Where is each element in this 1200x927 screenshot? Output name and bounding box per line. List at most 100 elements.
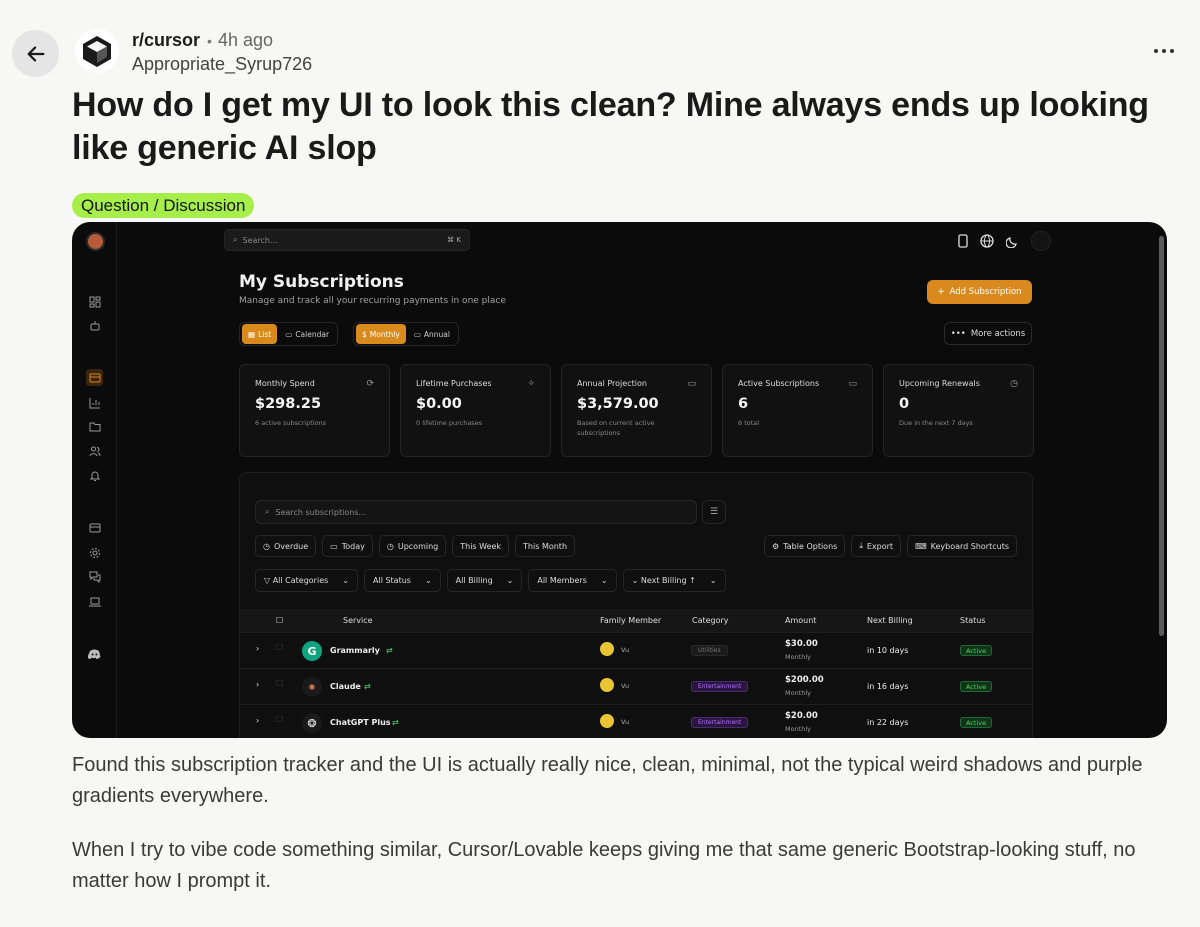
category-badge: Utilities <box>691 645 728 656</box>
calendar-icon: ▭ <box>330 541 338 551</box>
users-icon[interactable] <box>86 442 103 459</box>
profile-avatar[interactable] <box>1031 231 1051 251</box>
dashboard-icon[interactable] <box>86 293 103 310</box>
export-button[interactable]: ⤓ Export <box>851 535 902 557</box>
subreddit-avatar[interactable] <box>75 29 119 73</box>
page-subtitle: Manage and track all your recurring paym… <box>239 296 506 306</box>
post-body-paragraph: Found this subscription tracker and the … <box>72 754 1143 807</box>
dropdown-value: All Billing <box>455 576 493 585</box>
messages-icon[interactable] <box>86 568 103 585</box>
card-icon: ▭ <box>848 379 857 389</box>
tab-annual[interactable]: ▭ Annual <box>408 324 456 344</box>
dropdown-label: ▽ All Categories <box>264 576 328 585</box>
column-family-member[interactable]: Family Member <box>600 616 661 625</box>
tab-calendar[interactable]: ▭ Calendar <box>279 324 335 344</box>
row-checkbox[interactable]: ☐ <box>276 643 283 652</box>
filter-this-week[interactable]: This Week <box>452 535 510 557</box>
user-avatar[interactable] <box>86 232 105 251</box>
add-subscription-label: Add Subscription <box>949 287 1022 297</box>
status-badge: Active <box>960 681 993 692</box>
dropdown-value: All Categories <box>272 576 329 585</box>
analytics-icon[interactable] <box>86 394 103 411</box>
card-icon[interactable] <box>86 519 103 536</box>
amount: $30.00 <box>785 639 818 649</box>
folder-icon[interactable] <box>86 418 103 435</box>
bell-icon[interactable] <box>86 467 103 484</box>
period-toggle: $ Monthly ▭ Annual <box>353 322 459 346</box>
billing-dropdown[interactable]: All Billing ⌄ <box>446 569 523 592</box>
settings-icon[interactable] <box>86 544 103 561</box>
column-amount[interactable]: Amount <box>785 616 816 625</box>
global-search[interactable]: ⌕ Search... ⌘ K <box>224 229 470 251</box>
row-checkbox[interactable]: ☐ <box>276 679 283 688</box>
stat-card-annual: Annual Projection $3,579.00 Based on cur… <box>561 364 712 457</box>
subscriptions-icon[interactable] <box>86 369 103 386</box>
sliders-icon: ☰ <box>709 507 719 517</box>
embedded-screenshot[interactable]: ⌕ Search... ⌘ K My Subscriptions Manage … <box>72 222 1167 738</box>
stat-note: 6 active subscriptions <box>255 419 327 427</box>
column-category[interactable]: Category <box>692 616 729 625</box>
clock-icon: ◷ <box>386 541 394 551</box>
tab-list[interactable]: ▦ List <box>242 324 278 344</box>
moon-icon[interactable] <box>1006 235 1019 248</box>
keyboard-shortcuts-button[interactable]: ⌨ Keyboard Shortcuts <box>907 535 1017 557</box>
filter-overdue[interactable]: ◷ Overdue <box>255 535 317 557</box>
next-billing: in 10 days <box>867 646 909 655</box>
filter-this-month[interactable]: This Month <box>515 535 576 557</box>
member-name: Vu <box>621 682 630 690</box>
globe-icon[interactable] <box>980 234 994 248</box>
filter-settings-button[interactable]: ☰ <box>702 500 726 524</box>
expand-chevron-icon[interactable]: › <box>256 680 259 689</box>
add-subscription-button[interactable]: + Add Subscription <box>927 280 1032 304</box>
stat-value: $298.25 <box>255 396 322 412</box>
filter-label: Overdue <box>273 541 309 551</box>
laptop-icon[interactable] <box>86 593 103 610</box>
more-actions-button[interactable]: ••• More actions <box>944 322 1032 345</box>
status-dropdown[interactable]: All Status ⌄ <box>364 569 441 592</box>
discord-icon[interactable] <box>86 645 103 662</box>
filter-today[interactable]: ▭ Today <box>322 535 373 557</box>
post-flair[interactable]: Question / Discussion <box>72 193 255 218</box>
scrollbar[interactable] <box>1159 236 1164 636</box>
expand-chevron-icon[interactable]: › <box>256 644 259 653</box>
more-options-button[interactable] <box>1154 44 1174 58</box>
category-badge: Entertainment <box>691 717 749 728</box>
table-row[interactable]: › ☐ G Grammarly ⇄ Vu Utilities $30.00 Mo… <box>240 632 1034 668</box>
chevron-down-icon: ⌄ <box>709 576 717 585</box>
expand-chevron-icon[interactable]: › <box>256 716 259 725</box>
row-checkbox[interactable]: ☐ <box>276 715 283 724</box>
column-next-billing[interactable]: Next Billing <box>867 616 913 625</box>
chevron-down-icon: ⌄ <box>506 576 514 585</box>
subscriptions-table-panel: ⌕ Search subscriptions... ☰ ◷ Overdue ▭ Tod… <box>239 472 1034 738</box>
table-search-input[interactable]: ⌕ Search subscriptions... <box>255 500 697 524</box>
table-options-button[interactable]: ⚙ Table Options <box>764 535 846 557</box>
sort-dropdown[interactable]: ⌄ Next Billing ↑ ⌄ <box>622 569 726 592</box>
plus-icon: + <box>937 287 945 297</box>
funnel-icon: ▽ <box>264 576 273 585</box>
service-name: Grammarly <box>330 646 380 655</box>
back-button[interactable] <box>12 30 59 77</box>
tab-monthly[interactable]: $ Monthly <box>356 324 406 344</box>
table-tools: ⚙ Table Options ⤓ Export ⌨ Keyboard Shortcu… <box>764 535 1017 557</box>
members-dropdown[interactable]: All Members ⌄ <box>528 569 617 592</box>
arrow-left-icon <box>27 45 44 62</box>
grid-icon: ▦ <box>248 329 256 339</box>
bot-icon[interactable] <box>86 317 103 334</box>
sparkle-icon: ✧ <box>527 379 535 389</box>
select-all-checkbox[interactable]: ☐ <box>276 616 283 625</box>
mobile-icon[interactable] <box>958 234 968 248</box>
author-username[interactable]: Appropriate_Syrup726 <box>132 54 312 75</box>
category-dropdown[interactable]: ▽ All Categories ⌄ <box>255 569 358 592</box>
table-row[interactable]: › ☐ ❂ ChatGPT Plus ⇄ Vu Entertainment $2… <box>240 704 1034 738</box>
column-status[interactable]: Status <box>960 616 986 625</box>
filter-label: This Month <box>523 541 568 551</box>
table-row[interactable]: › ☐ ✷ Claude ⇄ Vu Entertainment $200.00 … <box>240 668 1034 704</box>
subreddit-name[interactable]: r/cursor <box>132 30 200 51</box>
stat-value: $3,579.00 <box>577 396 659 412</box>
column-service[interactable]: Service <box>343 616 373 625</box>
chevron-down-icon: ⌄ <box>631 576 641 585</box>
stat-label: Lifetime Purchases <box>416 379 492 388</box>
dollar-icon: $ <box>362 329 367 339</box>
ellipsis-icon: ••• <box>950 328 966 339</box>
filter-upcoming[interactable]: ◷ Upcoming <box>378 535 447 557</box>
